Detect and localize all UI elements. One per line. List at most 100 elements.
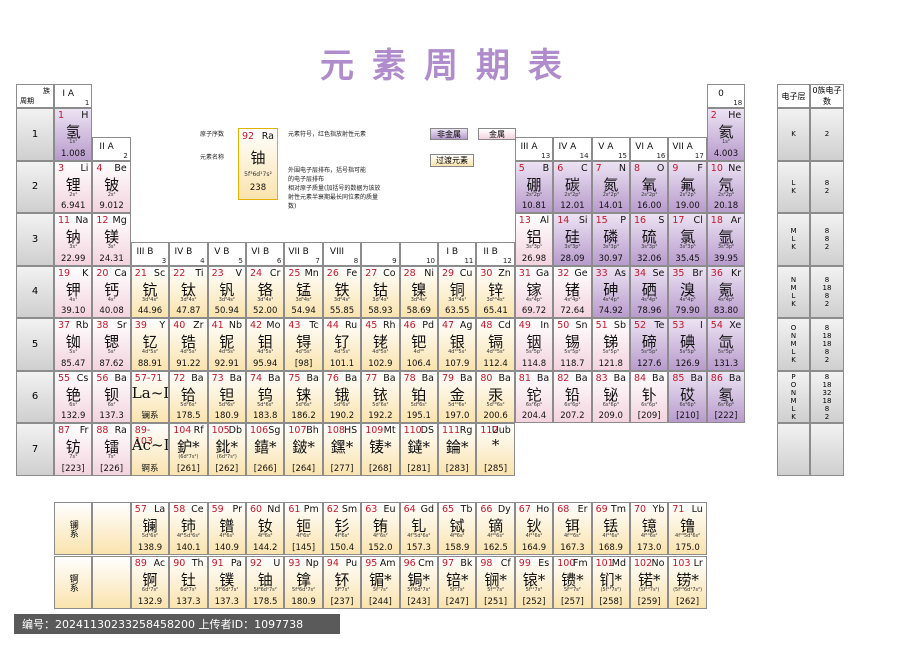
element-cell[interactable]: 110 DS 鐽* [281] xyxy=(399,423,438,476)
element-cell[interactable]: 10 Ne 氖 2s²2p⁶ 20.18 xyxy=(706,160,746,213)
element-cell[interactable]: 71 Lu 镥 4f¹⁴5d¹6s² 175.0 xyxy=(668,502,707,555)
element-cell[interactable]: 112 Uub * [285] xyxy=(476,423,515,476)
element-cell[interactable]: 83 Ba 铋 6s²6p³ 209.0 xyxy=(591,370,630,423)
element-cell[interactable]: 27 Co 钴 3d⁷4s² 58.93 xyxy=(361,265,400,318)
element-cell[interactable]: 89 Ac 锕 6d¹7s² 132.9 xyxy=(130,556,170,609)
element-cell[interactable]: 88 Ra 镭 7s² [226] xyxy=(92,423,131,476)
element-cell[interactable]: 67 Ho 钬 4f¹¹6s² 164.9 xyxy=(514,502,554,555)
element-cell[interactable]: 53 I 碘 5s²5p⁵ 126.9 xyxy=(668,318,707,371)
element-cell[interactable]: 66 Dy 镝 4f¹⁰6s² 162.5 xyxy=(476,502,515,555)
element-cell[interactable]: 55 Cs 铯 6s¹ 132.9 xyxy=(54,370,93,423)
element-cell[interactable]: 50 Sn 锡 5s²5p² 118.7 xyxy=(553,318,592,371)
element-cell[interactable]: 7 N 氮 2s²2p³ 14.01 xyxy=(591,160,630,213)
element-cell[interactable]: 37 Rb 铷 5s¹ 85.47 xyxy=(54,318,93,371)
element-cell[interactable]: 76 Ba 锇 5d⁶6s² 190.2 xyxy=(322,370,362,423)
element-cell[interactable]: 51 Sb 锑 5s²5p³ 121.8 xyxy=(591,318,630,371)
element-cell[interactable]: 81 Ba 铊 6s²6p¹ 204.4 xyxy=(514,370,554,423)
element-cell[interactable]: 63 Eu 铕 4f⁷6s² 152.0 xyxy=(361,502,400,555)
element-cell[interactable]: 68 Er 铒 4f¹²6s² 167.3 xyxy=(553,502,592,555)
element-cell[interactable]: 43 Tc 锝 4d⁵5s² [98] xyxy=(284,318,323,371)
element-cell[interactable]: 74 Ba 钨 5d⁴6s² 183.8 xyxy=(246,370,285,423)
element-cell[interactable]: 35 Br 溴 4s²4p⁵ 79.90 xyxy=(668,265,707,318)
element-cell[interactable]: 82 Ba 铅 6s²6p² 207.2 xyxy=(553,370,592,423)
element-cell[interactable]: 75 Ba 铼 5d⁵6s² 186.2 xyxy=(284,370,323,423)
element-cell[interactable]: 33 As 砷 4s²4p³ 74.92 xyxy=(591,265,630,318)
element-cell[interactable]: 22 Ti 钛 3d²4s² 47.87 xyxy=(169,265,208,318)
element-cell[interactable]: 31 Ga 镓 4s²4p¹ 69.72 xyxy=(514,265,554,318)
element-cell[interactable]: 19 K 钾 4s¹ 39.10 xyxy=(54,265,93,318)
element-cell[interactable]: 62 Sm 钐 4f⁶6s² 150.4 xyxy=(322,502,362,555)
element-cell[interactable]: 60 Nd 钕 4f⁴6s² 144.2 xyxy=(246,502,285,555)
element-cell[interactable]: 1 H 氢 1s¹ 1.008 xyxy=(54,108,93,161)
element-cell[interactable]: 14 Si 硅 3s²3p² 28.09 xyxy=(553,213,592,266)
element-cell[interactable]: 8 O 氧 2s²2p⁴ 16.00 xyxy=(630,160,669,213)
element-cell[interactable]: 94 Pu 钚 5f⁶7s² [237] xyxy=(322,556,362,609)
element-cell[interactable]: 9 F 氟 2s²2p⁵ 19.00 xyxy=(668,160,707,213)
element-cell[interactable]: 70 Yb 镱 4f¹⁴6s² 173.0 xyxy=(630,502,669,555)
element-cell[interactable]: 97 Bk 锫* 5f⁹7s² [247] xyxy=(438,556,477,609)
element-cell[interactable]: 57-71La~Lu 镧系 xyxy=(130,370,170,423)
element-cell[interactable]: 73 Ba 钽 5d³6s² 180.9 xyxy=(207,370,246,423)
element-cell[interactable]: 79 Ba 金 5d¹⁰6s¹ 197.0 xyxy=(438,370,477,423)
element-cell[interactable]: 21 Sc 钪 3d¹4s² 44.96 xyxy=(130,265,170,318)
element-cell[interactable]: 24 Cr 铬 3d⁵4s¹ 52.00 xyxy=(246,265,285,318)
element-cell[interactable]: 30 Zn 锌 3d¹⁰4s² 65.41 xyxy=(476,265,515,318)
element-cell[interactable]: 84 Ba 钋 6s²6p⁴ [209] xyxy=(630,370,669,423)
element-cell[interactable]: 64 Gd 钆 4f⁷5d¹6s² 157.3 xyxy=(399,502,438,555)
element-cell[interactable]: 16 S 硫 3s²3p⁴ 32.06 xyxy=(630,213,669,266)
element-cell[interactable]: 65 Tb 铽 4f⁹6s² 158.9 xyxy=(438,502,477,555)
element-cell[interactable]: 107 Bh 𨨏* [264] xyxy=(284,423,323,476)
element-cell[interactable]: 29 Cu 铜 3d¹⁰4s¹ 63.55 xyxy=(438,265,477,318)
element-cell[interactable]: 45 Rh 铑 4d⁸5s¹ 102.9 xyxy=(361,318,400,371)
element-cell[interactable]: 32 Ge 锗 4s²4p² 72.64 xyxy=(553,265,592,318)
element-cell[interactable]: 6 C 碳 2s²2p² 12.01 xyxy=(553,160,592,213)
element-cell[interactable]: 78 Ba 铂 5d⁹6s¹ 195.1 xyxy=(399,370,438,423)
element-cell[interactable]: 2 He 氦 1s² 4.003 xyxy=(706,108,746,161)
element-cell[interactable]: 3 Li 锂 2s¹ 6.941 xyxy=(54,160,93,213)
element-cell[interactable]: 38 Sr 锶 5s² 87.62 xyxy=(92,318,131,371)
element-cell[interactable]: 4 Be 铍 2s² 9.012 xyxy=(92,160,131,213)
element-cell[interactable]: 111 Rg 錀* [283] xyxy=(438,423,477,476)
element-cell[interactable]: 17 Cl 氯 3s²3p⁵ 35.45 xyxy=(668,213,707,266)
element-cell[interactable]: 92 U 铀 5f³6d¹7s² 178.5 xyxy=(246,556,285,609)
element-cell[interactable]: 96 Cm 锔* 5f⁷6d¹7s² [243] xyxy=(399,556,438,609)
element-cell[interactable]: 95 Am 镅* 5f⁷7s² [244] xyxy=(361,556,400,609)
element-cell[interactable]: 39 Y 钇 4d¹5s² 88.91 xyxy=(130,318,170,371)
element-cell[interactable]: 20 Ca 钙 4s² 40.08 xyxy=(92,265,131,318)
element-cell[interactable]: 52 Te 碲 5s²5p⁴ 127.6 xyxy=(630,318,669,371)
element-cell[interactable]: 25 Mn 锰 3d⁵4s² 54.94 xyxy=(284,265,323,318)
element-cell[interactable]: 86 Ba 氡 6s²6p⁶ [222] xyxy=(706,370,746,423)
element-cell[interactable]: 57 La 镧 5d¹6s² 138.9 xyxy=(130,502,170,555)
element-cell[interactable]: 59 Pr 镨 4f³6s² 140.9 xyxy=(207,502,246,555)
element-cell[interactable]: 44 Ru 钌 4d⁷5s¹ 101.1 xyxy=(322,318,362,371)
element-cell[interactable]: 108 HS 𨭆* [277] xyxy=(322,423,362,476)
element-cell[interactable]: 77 Ba 铱 5d⁷6s² 192.2 xyxy=(361,370,400,423)
element-cell[interactable]: 61 Pm 钷 4f⁵6s² [145] xyxy=(284,502,323,555)
element-cell[interactable]: 54 Xe 氙 5s²5p⁶ 131.3 xyxy=(706,318,746,371)
element-cell[interactable]: 104 Rf 鈩* (6d²7s²) [261] xyxy=(169,423,208,476)
element-cell[interactable]: 40 Zr 锆 4d²5s² 91.22 xyxy=(169,318,208,371)
element-cell[interactable]: 90 Th 钍 6d²7s² 137.3 xyxy=(169,556,208,609)
element-cell[interactable]: 5 B 硼 2s²2p¹ 10.81 xyxy=(514,160,554,213)
element-cell[interactable]: 46 Pd 钯 4d¹⁰ 106.4 xyxy=(399,318,438,371)
element-cell[interactable]: 58 Ce 铈 4f¹5d¹6s² 140.1 xyxy=(169,502,208,555)
element-cell[interactable]: 106 Sg 𨭎* [266] xyxy=(246,423,285,476)
element-cell[interactable]: 49 In 铟 5s²5p¹ 114.8 xyxy=(514,318,554,371)
element-cell[interactable]: 18 Ar 氩 3s²3p⁶ 39.95 xyxy=(706,213,746,266)
element-cell[interactable]: 93 Np 镎 5f⁴6d¹7s² 180.9 xyxy=(284,556,323,609)
element-cell[interactable]: 103 Lr 铹* (5f¹⁴6d¹7s²) [262] xyxy=(668,556,707,609)
element-cell[interactable]: 28 Ni 镍 3d⁸4s² 58.69 xyxy=(399,265,438,318)
element-cell[interactable]: 26 Fe 铁 3d⁶4s² 55.85 xyxy=(322,265,362,318)
element-cell[interactable]: 15 P 磷 3s²3p³ 30.97 xyxy=(591,213,630,266)
element-cell[interactable]: 42 Mo 钼 4d⁵5s¹ 95.94 xyxy=(246,318,285,371)
element-cell[interactable]: 85 Ba 砹 6s²6p⁵ [210] xyxy=(668,370,707,423)
element-cell[interactable]: 105 Db 鉳* (6d³7s²) [262] xyxy=(207,423,246,476)
element-cell[interactable]: 47 Ag 银 4d¹⁰5s¹ 107.9 xyxy=(438,318,477,371)
element-cell[interactable]: 56 Ba 钡 6s² 137.3 xyxy=(92,370,131,423)
element-cell[interactable]: 11 Na 钠 3s¹ 22.99 xyxy=(54,213,93,266)
element-cell[interactable]: 98 Cf 锎* 5f¹⁰7s² [251] xyxy=(476,556,515,609)
element-cell[interactable]: 80 Ba 汞 5d¹⁰6s² 200.6 xyxy=(476,370,515,423)
element-cell[interactable]: 109 Mt 鿏* [268] xyxy=(361,423,400,476)
element-cell[interactable]: 87 Fr 钫 7s¹ [223] xyxy=(54,423,93,476)
element-cell[interactable]: 13 Al 铝 3s²3p¹ 26.98 xyxy=(514,213,554,266)
